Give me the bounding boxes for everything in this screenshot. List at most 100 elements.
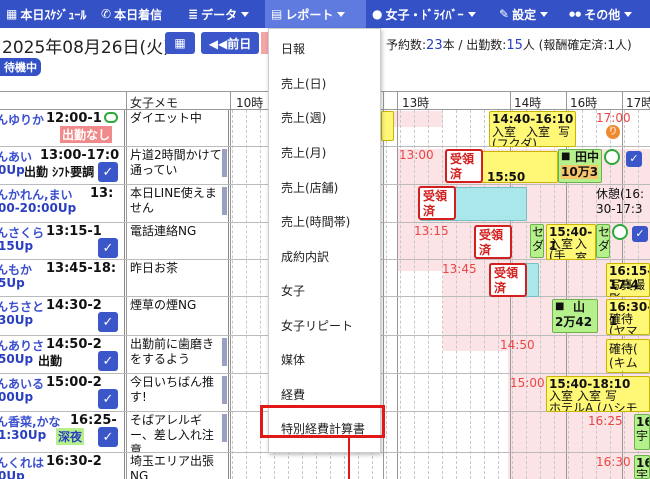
girl-name: んゆりか [0, 113, 45, 127]
memo-text: 片道2時間かけて通ってい [130, 148, 222, 177]
memo-scrollbar[interactable] [222, 338, 227, 366]
girl-memo[interactable]: 今日いちばん推す! [126, 374, 229, 411]
menu-item-sales-timeslot[interactable]: 売上(時間帯) [281, 213, 350, 230]
check-icon[interactable]: ✓ [626, 151, 642, 167]
memo-scrollbar[interactable] [222, 414, 227, 442]
previous-day-button[interactable]: ◀◀前日 [201, 32, 259, 54]
reservation-block[interactable]: 14:40-16:10 入室 入室 写 (フクダ) [489, 111, 576, 147]
hour-label: 13時 [402, 96, 430, 110]
reservation-block[interactable]: 15:40-1 入室 入室 (手 [546, 224, 596, 260]
girl-memo[interactable]: 埼玉エリア出張NG [126, 453, 229, 479]
reservation-block[interactable]: 田中 ■ 10万3 [558, 149, 602, 183]
nav-girls-drivers[interactable]: ● 女子・ﾄﾞﾗｲﾊﾞｰ [366, 0, 493, 28]
payment-amount: 10万3 [561, 165, 599, 179]
shift-start-label: 16:25 [588, 414, 623, 428]
nav-today-calls[interactable]: ✆ 本日着信 [95, 0, 182, 28]
lock-icon: り [606, 125, 620, 139]
nav-label: 本日着信 [114, 7, 163, 22]
menu-item-sales-store[interactable]: 売上(店舗) [281, 179, 338, 196]
reservation-block[interactable]: ■ 山 2万42 [552, 299, 598, 333]
check-icon[interactable]: ✓ [632, 226, 648, 242]
attendance-count: 15 [506, 38, 523, 53]
shift-time: 14:30-2 [46, 298, 102, 313]
memo-scrollbar[interactable] [222, 149, 227, 177]
menu-item-contract-breakdown[interactable]: 成約内訳 [281, 248, 329, 265]
check-icon[interactable]: ✓ [98, 389, 118, 409]
check-icon[interactable]: ✓ [98, 427, 118, 447]
caret-down-icon [337, 11, 346, 17]
reservation-time: 14:40-16:10 [492, 112, 574, 126]
shift-time: 15:00-2 [46, 375, 102, 390]
girl-name-cell: んさくら 13:15-1 15Up ✓ [0, 223, 125, 259]
reservation-customer: (フクダ) [492, 137, 537, 147]
nav-today-schedule[interactable]: ▦ 本日ｽｹｼﾞｭｰﾙ [0, 0, 95, 28]
phone-icon: ✆ [101, 7, 112, 21]
girl-name-cell: ん香菜,かな 16:25- 1:30Up 深夜 ✓ [0, 412, 125, 452]
check-icon[interactable]: ✓ [98, 351, 118, 371]
menu-item-daily-report[interactable]: 日報 [281, 40, 305, 57]
girl-memo[interactable]: 煙草の煙NG [126, 297, 229, 335]
summary-mid: 本 / 出勤数: [442, 38, 507, 52]
menu-item-media[interactable]: 媒体 [281, 351, 305, 368]
girl-memo[interactable]: 出勤前に歯磨きをするよう [126, 336, 229, 373]
reservation-block[interactable]: 確待( (キムラ) [606, 339, 650, 373]
girl-name-cell: んゆりか 12:00-1 出勤なし [0, 110, 125, 146]
girl-memo[interactable]: ダイエット中 [126, 110, 229, 146]
nav-label: 女子・ﾄﾞﾗｲﾊﾞｰ [385, 7, 464, 22]
reservation-block[interactable]: 16: 宇 [634, 414, 650, 450]
nav-label: その他 [584, 7, 621, 22]
shift-end: 50Up [0, 352, 34, 366]
reservation-block[interactable]: 16:30-1 確待 (ヤマ [606, 299, 650, 335]
shift-time: 16:30-2 [46, 454, 102, 469]
check-icon[interactable]: ✓ [98, 162, 118, 182]
standby-tag[interactable]: 待機中 [0, 58, 41, 76]
reservation-block[interactable]: 16:15-17:4 写真撮影 [606, 263, 650, 297]
nav-other[interactable]: ●● その他 [563, 0, 650, 28]
girl-name-cell: んちさと 14:30-2 30Up ✓ [0, 297, 125, 335]
girl-memo[interactable]: 片道2時間かけて通ってい [126, 147, 229, 184]
girl-memo[interactable]: そばアレルギー、差し入れ注意 [126, 412, 229, 452]
nav-settings[interactable]: ✎ 設定 [493, 0, 563, 28]
menu-item-girls-repeat[interactable]: 女子リピート [281, 317, 353, 334]
shift-start-label: 14:50 [500, 338, 535, 352]
nav-data[interactable]: ≣ データ [182, 0, 265, 28]
memo-text: 今日いちばん推す! [130, 375, 215, 404]
shift-end: 5Up [0, 276, 25, 290]
girl-row[interactable]: んくれは 16:30-2 0Up 埼玉エリア出張NG [0, 453, 650, 479]
menu-item-sales-day[interactable]: 売上(日) [281, 75, 326, 92]
memo-text: 昨日お茶 [130, 261, 179, 275]
menu-item-girls[interactable]: 女子 [281, 282, 305, 299]
girl-memo[interactable]: 本日LINE使えません [126, 185, 229, 222]
caret-down-icon [624, 11, 633, 17]
reservation-block[interactable]: セダ [596, 224, 610, 258]
reservation-block[interactable]: 16: 宇 [634, 455, 650, 479]
highlight-pointer [348, 438, 350, 479]
caret-down-icon [467, 11, 476, 17]
truck-icon: ■ [561, 151, 571, 162]
highlight-box [260, 405, 385, 438]
caret-down-icon [540, 11, 549, 17]
nav-label: 設定 [512, 7, 537, 22]
reservation-block[interactable] [381, 111, 394, 141]
calendar-button[interactable]: ▦ [165, 32, 195, 54]
hour-label: 10時 [236, 96, 264, 110]
memo-scrollbar[interactable] [222, 187, 227, 215]
girl-name-cell: んかれん,まい 13: 00-20:00Up [0, 185, 125, 222]
menu-item-sales-week[interactable]: 売上(週) [281, 109, 326, 126]
menu-item-sales-month[interactable]: 売上(月) [281, 144, 326, 161]
girl-memo[interactable]: 電話連絡NG [126, 223, 229, 259]
reservation-block[interactable]: セダ [530, 224, 544, 258]
check-icon[interactable]: ✓ [98, 238, 118, 258]
memo-text: 出勤前に歯磨きをするよう [130, 337, 215, 366]
nav-report[interactable]: ▤ レポート [265, 0, 366, 28]
girl-memo[interactable]: 昨日お茶 [126, 260, 229, 296]
menu-item-expenses[interactable]: 経費 [281, 386, 305, 403]
reservation-block[interactable]: 15:40-18:10 入室 入室 写 ホテルA (ハシモ [546, 376, 650, 412]
girl-name-cell: んもか 13:45-18: 5Up [0, 260, 125, 296]
check-icon[interactable]: ✓ [98, 312, 118, 332]
shift-end: 00Up [0, 390, 34, 404]
more-icon: ●● [569, 10, 582, 18]
memo-scrollbar[interactable] [222, 376, 227, 404]
break-time: 休憩(16: 30-17:3 [596, 187, 644, 216]
current-date: 2025年08月26日(火) [2, 38, 170, 58]
